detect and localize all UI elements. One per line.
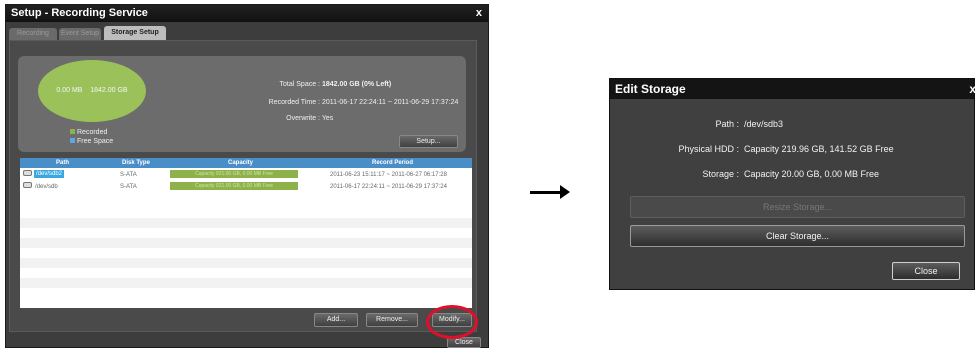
empty-row xyxy=(20,238,472,248)
add-button[interactable]: Add... xyxy=(314,313,358,327)
clear-storage-button[interactable]: Clear Storage... xyxy=(630,225,965,247)
row-disk-type: S-ATA xyxy=(120,184,137,190)
recorded-time-value: 2011-06-17 22:24:11 ~ 2011-06-29 17:37:2… xyxy=(321,99,459,106)
remove-button[interactable]: Remove... xyxy=(366,313,418,327)
edit-storage-title: Edit Storage xyxy=(615,82,686,96)
empty-row xyxy=(20,278,472,288)
hard-drive-icon xyxy=(23,182,32,188)
legend-swatch-recorded xyxy=(70,129,75,134)
row-path: /dev/sdb2 xyxy=(34,170,65,178)
physical-hdd-value: Capacity 219.96 GB, 141.52 GB Free xyxy=(744,144,894,154)
arrow-right-icon xyxy=(530,191,562,194)
legend-item-recorded: Recorded xyxy=(70,128,113,137)
column-header-capacity[interactable]: Capacity xyxy=(228,158,253,168)
column-header-path[interactable]: Path xyxy=(56,158,69,168)
pie-recorded-label: 0.00 MB xyxy=(56,87,83,94)
close-button[interactable]: Close xyxy=(892,262,960,280)
row-record-period: 2011-06-17 22:24:11 ~ 2011-06-29 17:37:2… xyxy=(330,184,447,190)
edit-storage-dialog: Edit Storage x Path : /dev/sdb3 Physical… xyxy=(609,78,975,290)
total-space-value: 1842.00 GB (0% Left) xyxy=(321,81,392,88)
tab-recording-setup[interactable]: Recording Setup xyxy=(9,28,57,40)
tab-storage-setup[interactable]: Storage Setup xyxy=(104,26,166,40)
recorded-time-key: Recorded Time : xyxy=(268,99,320,106)
path-key: Path : xyxy=(715,119,739,129)
hard-drive-icon xyxy=(23,170,32,176)
empty-row xyxy=(20,218,472,228)
row-capacity-bar: Capacity 921.00 GB, 0.00 MB Free xyxy=(170,182,298,190)
total-space-row: Total Space : 1842.00 GB (0% Left) xyxy=(180,81,392,88)
close-icon[interactable]: x xyxy=(476,5,482,22)
pie-legend: Recorded Free Space xyxy=(70,128,113,146)
setup-window-title: Setup - Recording Service xyxy=(11,7,148,19)
tab-event-setup[interactable]: Event Setup xyxy=(59,28,101,40)
edit-storage-titlebar: Edit Storage x xyxy=(610,79,975,99)
row-capacity-bar: Capacity 921.00 GB, 0.00 MB Free xyxy=(170,170,298,178)
empty-row xyxy=(20,258,472,268)
physical-hdd-key: Physical HDD : xyxy=(678,144,739,154)
column-header-disk-type[interactable]: Disk Type xyxy=(122,158,150,168)
legend-swatch-free xyxy=(70,138,75,143)
resize-storage-button[interactable]: Resize Storage... xyxy=(630,196,965,218)
legend-item-free-space: Free Space xyxy=(70,137,113,146)
table-header: Path Disk Type Capacity Record Period xyxy=(20,158,472,168)
recorded-time-row: Recorded Time : 2011-06-17 22:24:11 ~ 20… xyxy=(180,99,459,106)
path-value: /dev/sdb3 xyxy=(744,119,784,129)
modify-highlight-circle xyxy=(426,305,478,339)
column-header-record-period[interactable]: Record Period xyxy=(372,158,413,168)
arrow-head-icon xyxy=(560,185,570,199)
row-record-period: 2011-06-23 15:11:17 ~ 2011-06-27 06:17:2… xyxy=(330,172,447,178)
setup-window-titlebar: Setup - Recording Service x xyxy=(6,5,488,22)
table-row[interactable]: /dev/sdb S-ATA Capacity 921.00 GB, 0.00 … xyxy=(20,182,472,192)
storage-table: Path Disk Type Capacity Record Period /d… xyxy=(20,158,472,308)
overwrite-key: Overwrite : xyxy=(286,115,320,122)
total-space-key: Total Space : xyxy=(279,81,320,88)
table-row[interactable]: /dev/sdb2 S-ATA Capacity 921.00 GB, 0.00… xyxy=(20,170,472,180)
storage-key: Storage : xyxy=(702,169,739,179)
setup-button[interactable]: Setup... xyxy=(399,135,458,148)
overwrite-row: Overwrite : Yes xyxy=(180,115,333,122)
storage-value: Capacity 20.00 GB, 0.00 MB Free xyxy=(744,169,880,179)
overwrite-value: Yes xyxy=(321,115,334,122)
row-path: /dev/sdb xyxy=(35,184,58,190)
close-icon[interactable]: x xyxy=(969,79,975,99)
storage-pie-chart: 0.00 MB 1842.00 GB xyxy=(38,60,146,122)
pie-free-label: 1842.00 GB xyxy=(90,87,128,94)
row-disk-type: S-ATA xyxy=(120,172,137,178)
